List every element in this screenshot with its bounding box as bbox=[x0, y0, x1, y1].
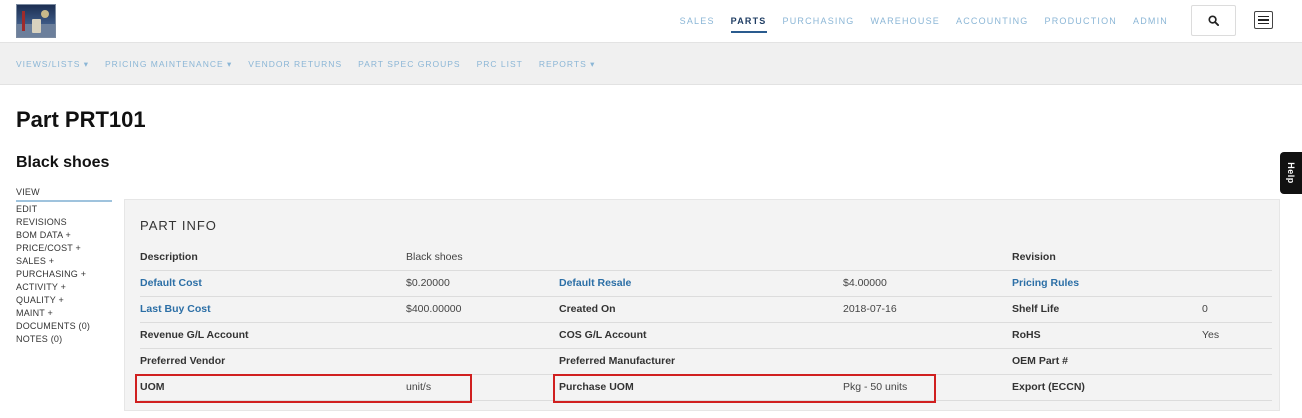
main-nav: SALES PARTS PURCHASING WAREHOUSE ACCOUNTING P… bbox=[672, 15, 1176, 33]
subnav-pricing-maintenance[interactable]: PRICING MAINTENANCE ▾ bbox=[105, 59, 232, 70]
hamburger-menu-icon bbox=[1258, 22, 1269, 25]
hamburger-menu-icon bbox=[1258, 15, 1269, 18]
field-value bbox=[406, 322, 559, 349]
field-label-description: Description bbox=[140, 244, 406, 271]
table-row: Preferred Vendor Preferred Manufacturer OE… bbox=[140, 348, 1272, 375]
table-row: Last Buy Cost $400.00000 Created On 2018-07… bbox=[140, 296, 1272, 323]
sidebar-item-quality[interactable]: QUALITY + bbox=[16, 294, 112, 307]
logo-seal bbox=[41, 10, 49, 18]
table-row: Description Black shoes Revision bbox=[140, 244, 1272, 271]
table-row: Revenue G/L Account COS G/L Account RoHS Ye… bbox=[140, 322, 1272, 349]
field-label-default-resale[interactable]: Default Resale bbox=[559, 270, 843, 297]
field-value bbox=[406, 348, 559, 375]
nav-accounting[interactable]: ACCOUNTING bbox=[948, 15, 1037, 27]
field-value bbox=[1202, 348, 1272, 375]
subnav-vendor-returns[interactable]: VENDOR RETURNS bbox=[248, 59, 342, 70]
logo-flag bbox=[22, 11, 25, 31]
field-value-black-shoes: Black shoes bbox=[406, 244, 559, 271]
logo-podium bbox=[32, 19, 41, 33]
field-value-400-00000: $400.00000 bbox=[406, 296, 559, 323]
nav-sales[interactable]: SALES bbox=[672, 15, 723, 27]
sidebar-item-view[interactable]: VIEW bbox=[16, 186, 112, 202]
table-row: Default Cost $0.20000 Default Resale $4.000… bbox=[140, 270, 1272, 297]
sidebar-item-revisions[interactable]: REVISIONS bbox=[16, 216, 112, 229]
field-label-last-buy-cost[interactable]: Last Buy Cost bbox=[140, 296, 406, 323]
field-value bbox=[843, 322, 1012, 349]
nav-admin[interactable]: ADMIN bbox=[1125, 15, 1176, 27]
sidebar-item-price-cost[interactable]: PRICE/COST + bbox=[16, 242, 112, 255]
sub-nav: VIEWS/LISTS ▾ PRICING MAINTENANCE ▾ VENDOR… bbox=[0, 43, 1302, 85]
sidebar-item-bom-data[interactable]: BOM DATA + bbox=[16, 229, 112, 242]
panel-title: PART INFO bbox=[140, 218, 217, 233]
field-value-4-00000: $4.00000 bbox=[843, 270, 1012, 297]
help-tab[interactable]: Help bbox=[1280, 152, 1302, 194]
sidebar-item-maint[interactable]: MAINT + bbox=[16, 307, 112, 320]
field-value bbox=[843, 244, 1012, 271]
hamburger-menu-button[interactable] bbox=[1254, 11, 1273, 29]
field-value-2018-07-16: 2018-07-16 bbox=[843, 296, 1012, 323]
nav-production[interactable]: PRODUCTION bbox=[1037, 15, 1126, 27]
field-label-preferred-vendor: Preferred Vendor bbox=[140, 348, 406, 375]
nav-parts[interactable]: PARTS bbox=[723, 15, 775, 33]
field-label-revenue-g-l-account: Revenue G/L Account bbox=[140, 322, 406, 349]
field-label-revision: Revision bbox=[1012, 244, 1202, 271]
search-icon bbox=[1208, 15, 1219, 26]
field-value-yes: Yes bbox=[1202, 322, 1272, 349]
purchase-uom-highlight-box bbox=[553, 374, 936, 403]
field-label-preferred-manufacturer: Preferred Manufacturer bbox=[559, 348, 843, 375]
sidebar-item-notes-0[interactable]: NOTES (0) bbox=[16, 333, 112, 346]
field-label-created-on: Created On bbox=[559, 296, 843, 323]
field-label-oem-part: OEM Part # bbox=[1012, 348, 1202, 375]
nav-purchasing[interactable]: PURCHASING bbox=[775, 15, 863, 27]
field-value bbox=[843, 348, 1012, 375]
field-label-cos-g-l-account: COS G/L Account bbox=[559, 322, 843, 349]
hamburger-menu-icon bbox=[1258, 19, 1269, 21]
subnav-views-lists[interactable]: VIEWS/LISTS ▾ bbox=[16, 59, 89, 70]
field-value bbox=[1202, 270, 1272, 297]
uom-highlight-box bbox=[135, 374, 472, 403]
logo-image[interactable] bbox=[16, 4, 56, 38]
subnav-part-spec-groups[interactable]: PART SPEC GROUPS bbox=[358, 59, 460, 70]
side-nav: VIEW EDIT REVISIONS BOM DATA + PRICE/COST + S… bbox=[16, 186, 112, 346]
field-value bbox=[1202, 244, 1272, 271]
field-value-0-20000: $0.20000 bbox=[406, 270, 559, 297]
field-label-export-eccn: Export (ECCN) bbox=[1012, 374, 1202, 401]
field-label-shelf-life: Shelf Life bbox=[1012, 296, 1202, 323]
sidebar-item-sales[interactable]: SALES + bbox=[16, 255, 112, 268]
help-label: Help bbox=[1285, 162, 1296, 184]
search-button[interactable] bbox=[1191, 5, 1236, 36]
field-value-0: 0 bbox=[1202, 296, 1272, 323]
field-label-pricing-rules[interactable]: Pricing Rules bbox=[1012, 270, 1202, 297]
field-value bbox=[1202, 374, 1272, 401]
sidebar-item-documents-0[interactable]: DOCUMENTS (0) bbox=[16, 320, 112, 333]
page-title: Part PRT101 bbox=[16, 107, 146, 132]
sidebar-item-purchasing[interactable]: PURCHASING + bbox=[16, 268, 112, 281]
sub-nav-links: VIEWS/LISTS ▾ PRICING MAINTENANCE ▾ VENDOR… bbox=[16, 59, 595, 70]
subnav-reports[interactable]: REPORTS ▾ bbox=[539, 59, 596, 70]
sidebar-item-edit[interactable]: EDIT bbox=[16, 203, 112, 216]
field-label bbox=[559, 244, 843, 271]
field-label-rohs: RoHS bbox=[1012, 322, 1202, 349]
nav-warehouse[interactable]: WAREHOUSE bbox=[863, 15, 948, 27]
top-bar: SALES PARTS PURCHASING WAREHOUSE ACCOUNTING P… bbox=[0, 0, 1302, 43]
page-subtitle: Black shoes bbox=[16, 154, 110, 171]
field-label-default-cost[interactable]: Default Cost bbox=[140, 270, 406, 297]
sidebar-item-activity[interactable]: ACTIVITY + bbox=[16, 281, 112, 294]
subnav-prc-list[interactable]: PRC LIST bbox=[477, 59, 523, 70]
